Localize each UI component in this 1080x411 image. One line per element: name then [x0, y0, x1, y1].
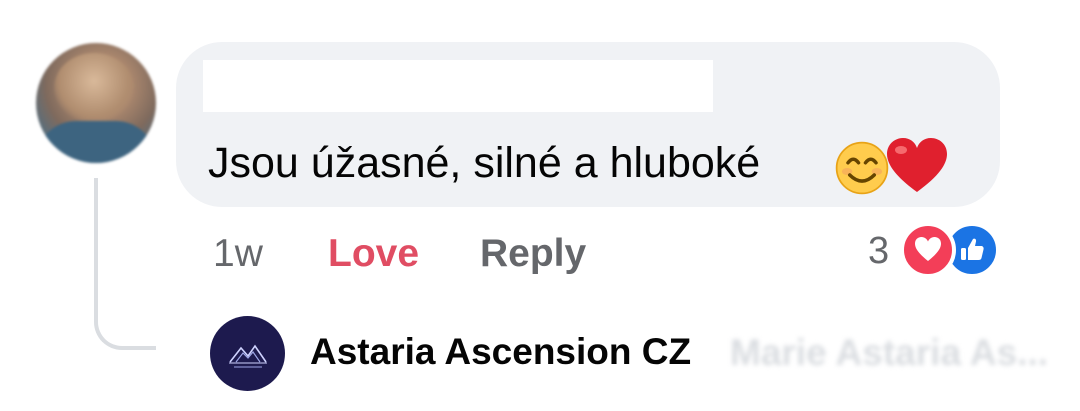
reply-author-name[interactable]: Astaria Ascension CZ: [310, 327, 691, 377]
comment-text: Jsou úžasné, silné a hluboké: [208, 139, 761, 187]
love-reaction-button[interactable]: Love: [328, 228, 419, 280]
reply-thread-connector: [94, 178, 156, 350]
reply-button[interactable]: Reply: [480, 228, 586, 280]
commenter-avatar[interactable]: [36, 43, 156, 163]
love-reaction-icon[interactable]: [900, 222, 956, 278]
avatar-face: [54, 53, 134, 123]
commenter-name-redacted: [203, 60, 713, 112]
reply-author-avatar[interactable]: [210, 316, 285, 391]
comment-timestamp[interactable]: 1w: [213, 228, 263, 280]
reply-preview-text[interactable]: Marie Astaria As...: [730, 328, 1048, 378]
avatar-shoulders: [36, 121, 156, 163]
astaria-logo: [229, 344, 267, 368]
smiling-face-icon: [835, 141, 889, 195]
reaction-count[interactable]: 3: [868, 226, 889, 276]
red-heart-icon: [887, 138, 947, 192]
